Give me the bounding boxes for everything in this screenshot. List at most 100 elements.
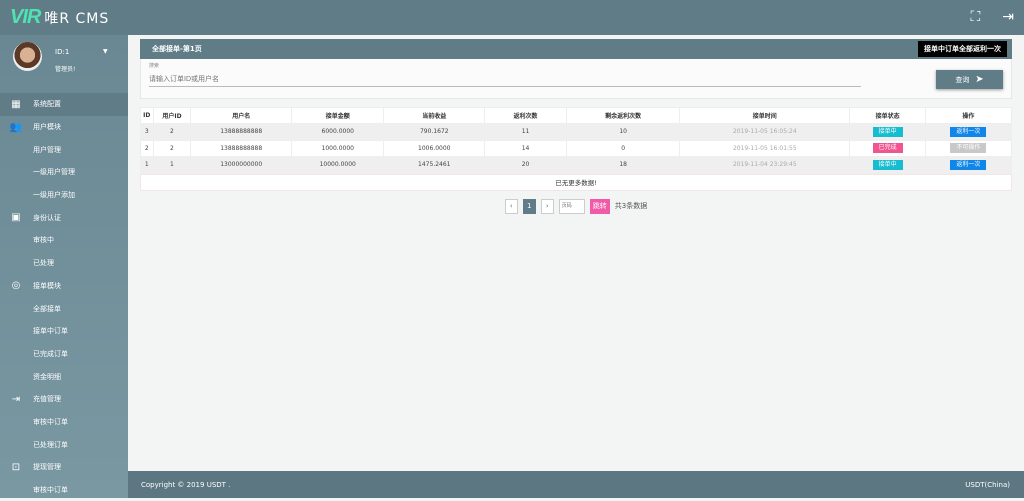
page-1-button[interactable]: 1: [522, 198, 536, 214]
no-more-data: 已无更多数据!: [140, 173, 1012, 191]
sidebar-item[interactable]: 资金明细: [0, 365, 128, 388]
sidebar-item[interactable]: ⇥ 充值管理: [0, 388, 128, 411]
logo: VIR 唯R CMS: [0, 6, 128, 29]
fullscreen-icon[interactable]: ⛶: [970, 9, 980, 25]
logo-mark: VIR: [10, 6, 41, 28]
sidebar-item[interactable]: ⊡ 提现管理: [0, 456, 128, 479]
user-role: 管理员!: [55, 66, 76, 73]
cell-time: 2019-11-04 23:29:45: [679, 156, 851, 174]
column-header: 返利次数: [484, 107, 567, 124]
cell-rebates: 11: [484, 123, 567, 141]
send-icon: ➤: [975, 74, 984, 85]
cell-amount: 1000.0000: [291, 139, 385, 157]
chevron-down-icon[interactable]: ▼: [103, 48, 108, 55]
rebate-once-button[interactable]: 返利一次: [950, 159, 987, 170]
sidebar-item[interactable]: 审核中: [0, 229, 128, 252]
sidebar-item[interactable]: ▣ 身份认证: [0, 206, 128, 229]
search-label: 搜索: [149, 63, 160, 69]
id-card-icon: ▣: [11, 212, 21, 224]
status-badge: 接单中: [872, 126, 903, 137]
sidebar-item[interactable]: 用户管理: [0, 138, 128, 161]
cell-income: 790.1672: [383, 123, 486, 141]
column-header: 用户ID: [152, 107, 192, 124]
cell-amount: 10000.0000: [291, 156, 385, 174]
sidebar-item-label: 用户管理: [33, 145, 61, 154]
sidebar-item-label: 全部接单: [33, 304, 61, 313]
cell-action: 返利一次: [924, 156, 1013, 174]
cell-amount: 6000.0000: [291, 123, 385, 141]
cell-id: 2: [140, 139, 154, 157]
sidebar-item-label: 充值管理: [33, 395, 61, 404]
cell-name: 13888888888: [190, 139, 293, 157]
copyright: Copyright © 2019 USDT .: [141, 480, 231, 489]
cell-id: 1: [140, 156, 154, 174]
cell-income: 1006.0000: [383, 139, 486, 157]
sidebar-item-label: 接单模块: [33, 281, 61, 290]
sidebar-item-label: 系统配置: [33, 100, 61, 109]
sidebar-item[interactable]: 接单中订单: [0, 320, 128, 343]
sidebar-item-label: 用户模块: [33, 123, 61, 132]
sidebar-item[interactable]: 全部接单: [0, 297, 128, 320]
logout-icon[interactable]: ⇥: [1002, 9, 1014, 25]
fingerprint-icon: ◎: [11, 280, 21, 292]
sidebar-item-label: 提现管理: [33, 463, 61, 472]
sidebar-item-label: 一级用户管理: [33, 168, 75, 177]
sidebar: ID:1 ▼ 管理员! ▦ 系统配置 👥 用户模块 用户管理 一级用户管理 一级用户添加 ▣ 身…: [0, 35, 128, 498]
sidebar-item-label: 身份认证: [33, 213, 61, 222]
status-badge: 已完成: [872, 143, 903, 154]
sidebar-item[interactable]: 已完成订单: [0, 343, 128, 366]
cell-uid: 1: [152, 156, 192, 174]
total-count: 共3条数据: [614, 202, 648, 210]
main-content: 全部接单-第1页 接单中订单全部返利一次 搜索 查询 ➤ ID用户ID用户名接单…: [140, 39, 1013, 214]
footer-region: USDT(China): [965, 480, 1010, 489]
query-label: 查询: [955, 77, 970, 84]
column-header: 接单金额: [291, 107, 385, 124]
search-input[interactable]: [149, 73, 861, 87]
cell-status: 已完成: [849, 139, 926, 157]
page-number-input[interactable]: [558, 198, 585, 214]
cell-remaining: 10: [565, 123, 681, 141]
sidebar-item[interactable]: 一级用户添加: [0, 184, 128, 207]
query-button[interactable]: 查询 ➤: [936, 70, 1003, 89]
sidebar-item[interactable]: 已处理: [0, 252, 128, 275]
sidebar-item[interactable]: ◎ 接单模块: [0, 275, 128, 298]
next-page-button[interactable]: ›: [540, 198, 554, 214]
search-panel: 搜索 查询 ➤: [140, 59, 1012, 99]
cell-action: 不可操作: [924, 139, 1013, 157]
cell-uid: 2: [152, 139, 192, 157]
column-header: 接单状态: [849, 107, 926, 124]
column-header: 用户名: [190, 107, 293, 124]
column-header: 接单时间: [679, 107, 851, 124]
table-row: 3 2 13888888888 6000.0000 790.1672 11 10 2019-1…: [140, 123, 1013, 141]
rebate-all-button[interactable]: 接单中订单全部返利一次: [918, 41, 1007, 57]
cell-rebates: 20: [484, 156, 567, 174]
cell-time: 2019-11-05 16:01:55: [679, 139, 851, 157]
rebate-once-button[interactable]: 返利一次: [950, 126, 987, 137]
cell-time: 2019-11-05 16:05:24: [679, 123, 851, 141]
footer: Copyright © 2019 USDT . USDT(China): [128, 471, 1024, 498]
sidebar-item[interactable]: ▦ 系统配置: [0, 93, 128, 116]
sidebar-item[interactable]: 已处理订单: [0, 433, 128, 456]
sidebar-item[interactable]: 一级用户管理: [0, 161, 128, 184]
sidebar-item-label: 审核中订单: [33, 417, 68, 426]
cell-id: 3: [140, 123, 154, 141]
sidebar-item-label: 已处理: [33, 259, 54, 268]
status-badge: 接单中: [872, 159, 903, 170]
dashboard-icon: ▦: [11, 98, 21, 110]
page-title: 全部接单-第1页: [152, 45, 202, 53]
cell-uid: 2: [152, 123, 192, 141]
sidebar-item[interactable]: 审核中订单: [0, 411, 128, 434]
prev-page-button[interactable]: ‹: [504, 198, 518, 214]
panel-header: 全部接单-第1页 接单中订单全部返利一次: [140, 39, 1012, 59]
table-row: 1 1 13000000000 10000.0000 1475.2461 20 18 2019…: [140, 156, 1013, 174]
jump-button[interactable]: 跳转: [589, 198, 610, 214]
sidebar-item-label: 一级用户添加: [33, 191, 75, 200]
orders-table: ID 用户ID 用户名 接单金额 当前收益 返利次数 剩余返利次数 接单时间 接单状态 操作 32…: [140, 107, 1013, 174]
cell-name: 13000000000: [190, 156, 293, 174]
table-row: 2 2 13888888888 1000.0000 1006.0000 14 0 2019-1…: [140, 139, 1013, 157]
sidebar-item[interactable]: 👥 用户模块: [0, 116, 128, 139]
rebate-once-button[interactable]: 不可操作: [950, 143, 987, 154]
sidebar-item-label: 审核中: [33, 236, 54, 245]
pagination: ‹ 1 › 跳转 共3条数据: [140, 198, 1012, 214]
column-header: ID: [140, 107, 154, 124]
